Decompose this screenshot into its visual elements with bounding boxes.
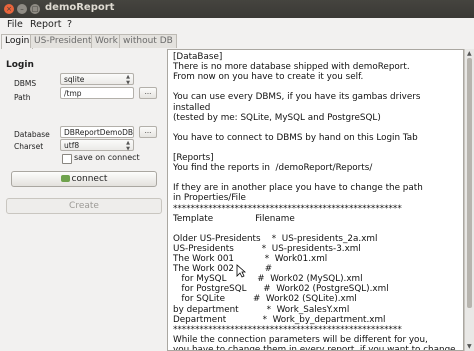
text-line: for MySQL # Work02 (MySQL).xml <box>173 274 363 285</box>
text-line: From now on you have to create it you se… <box>173 72 364 83</box>
text-line: You can use every DBMS, if you have its … <box>173 92 421 103</box>
charset-label: Charset <box>14 142 44 151</box>
text-line: ****************************************… <box>173 324 402 335</box>
scroll-thumb[interactable] <box>467 58 472 308</box>
text-line: The Work 001 * Work01.xml <box>173 254 328 264</box>
text-line: If they are in another place you have to… <box>173 183 423 194</box>
text-line: [DataBase] <box>173 52 223 62</box>
vertical-scrollbar[interactable]: ▲ ▼ <box>464 49 474 351</box>
scroll-down-icon[interactable]: ▼ <box>467 343 472 350</box>
text-line: (tested by me: SQLite, MySQL and Postgre… <box>173 112 381 123</box>
connect-label: connect <box>71 174 108 184</box>
text-line: You have to connect to DBMS by hand on t… <box>173 132 418 143</box>
text-line: Template Filename <box>173 213 295 224</box>
menu-report[interactable]: Report <box>30 19 62 30</box>
path-label: Path <box>14 93 31 102</box>
window-title: demoReport <box>45 2 115 13</box>
close-icon[interactable]: × <box>4 4 14 14</box>
text-line: You find the reports in /demoReport/Repo… <box>173 163 373 174</box>
text-line: by department * Work_SalesY.xml <box>173 304 350 315</box>
maximize-icon[interactable]: □ <box>30 4 40 14</box>
database-label: Database <box>14 130 50 139</box>
create-button[interactable]: Create <box>6 198 162 214</box>
text-line: for SQLite # Work02 (SQLite).xml <box>173 294 357 305</box>
login-panel: Login DBMS sqlite ▲ ▼ Path /tmp ... Datab… <box>0 49 164 351</box>
select-arrows-icon: ▲ ▼ <box>126 140 130 152</box>
text-line: Department * Work_by_department.xml <box>173 314 386 325</box>
dbms-label: DBMS <box>14 79 37 88</box>
connect-button[interactable]: connect <box>11 171 157 187</box>
tab-work[interactable]: Work <box>91 34 122 48</box>
text-line: installed <box>173 102 211 113</box>
path-input[interactable]: /tmp <box>60 87 134 99</box>
minimize-icon[interactable]: – <box>17 4 27 14</box>
text-line: ****************************************… <box>173 203 402 214</box>
menu-file[interactable]: File <box>7 19 23 30</box>
tab-bar: Login US-Presidents Work without DB <box>0 34 474 49</box>
save-on-connect-label: save on connect <box>74 153 140 162</box>
browse-database-button[interactable]: ... <box>139 126 157 138</box>
mouse-cursor-icon <box>236 264 246 278</box>
tab-login[interactable]: Login <box>1 34 34 49</box>
charset-select[interactable]: utf8 ▲ ▼ <box>60 139 134 152</box>
save-on-connect-checkbox[interactable] <box>62 154 72 164</box>
connect-icon <box>60 175 70 182</box>
charset-value: utf8 <box>64 141 80 150</box>
text-line: While the connection parameters will be … <box>173 334 428 345</box>
text-line: There is no more database shipped with d… <box>173 62 410 73</box>
text-line: Older US-Presidents * US-presidents_2a.x… <box>173 233 378 244</box>
text-line: [Reports] <box>173 153 214 163</box>
text-line: The Work 002 # <box>173 264 273 275</box>
database-value: DBReportDemoDB <box>64 128 133 137</box>
menu-help[interactable]: ? <box>67 19 72 30</box>
select-arrows-icon: ▲ ▼ <box>126 74 130 86</box>
browse-path-button[interactable]: ... <box>139 87 157 99</box>
dbms-select[interactable]: sqlite ▲ ▼ <box>60 73 134 86</box>
text-line: US-Presidents * US-presidents-3.xml <box>173 243 361 254</box>
menu-bar: File Report ? <box>0 18 474 34</box>
text-line: for PostgreSQL # Work02 (PostgreSQL).xml <box>173 284 389 295</box>
database-input[interactable]: DBReportDemoDB <box>60 126 134 138</box>
dbms-value: sqlite <box>64 75 85 84</box>
info-textarea[interactable]: [DataBase] There is no more database ship… <box>167 49 464 351</box>
scroll-up-icon[interactable]: ▲ <box>467 50 472 57</box>
tab-without-db[interactable]: without DB <box>119 34 177 48</box>
tab-us-presidents[interactable]: US-Presidents <box>30 34 101 48</box>
path-value: /tmp <box>64 89 82 98</box>
text-line: in Properties/File <box>173 193 246 204</box>
text-line: you have to change them in every report,… <box>173 344 456 351</box>
login-heading: Login <box>6 60 34 70</box>
title-bar: × – □ demoReport <box>0 0 474 18</box>
